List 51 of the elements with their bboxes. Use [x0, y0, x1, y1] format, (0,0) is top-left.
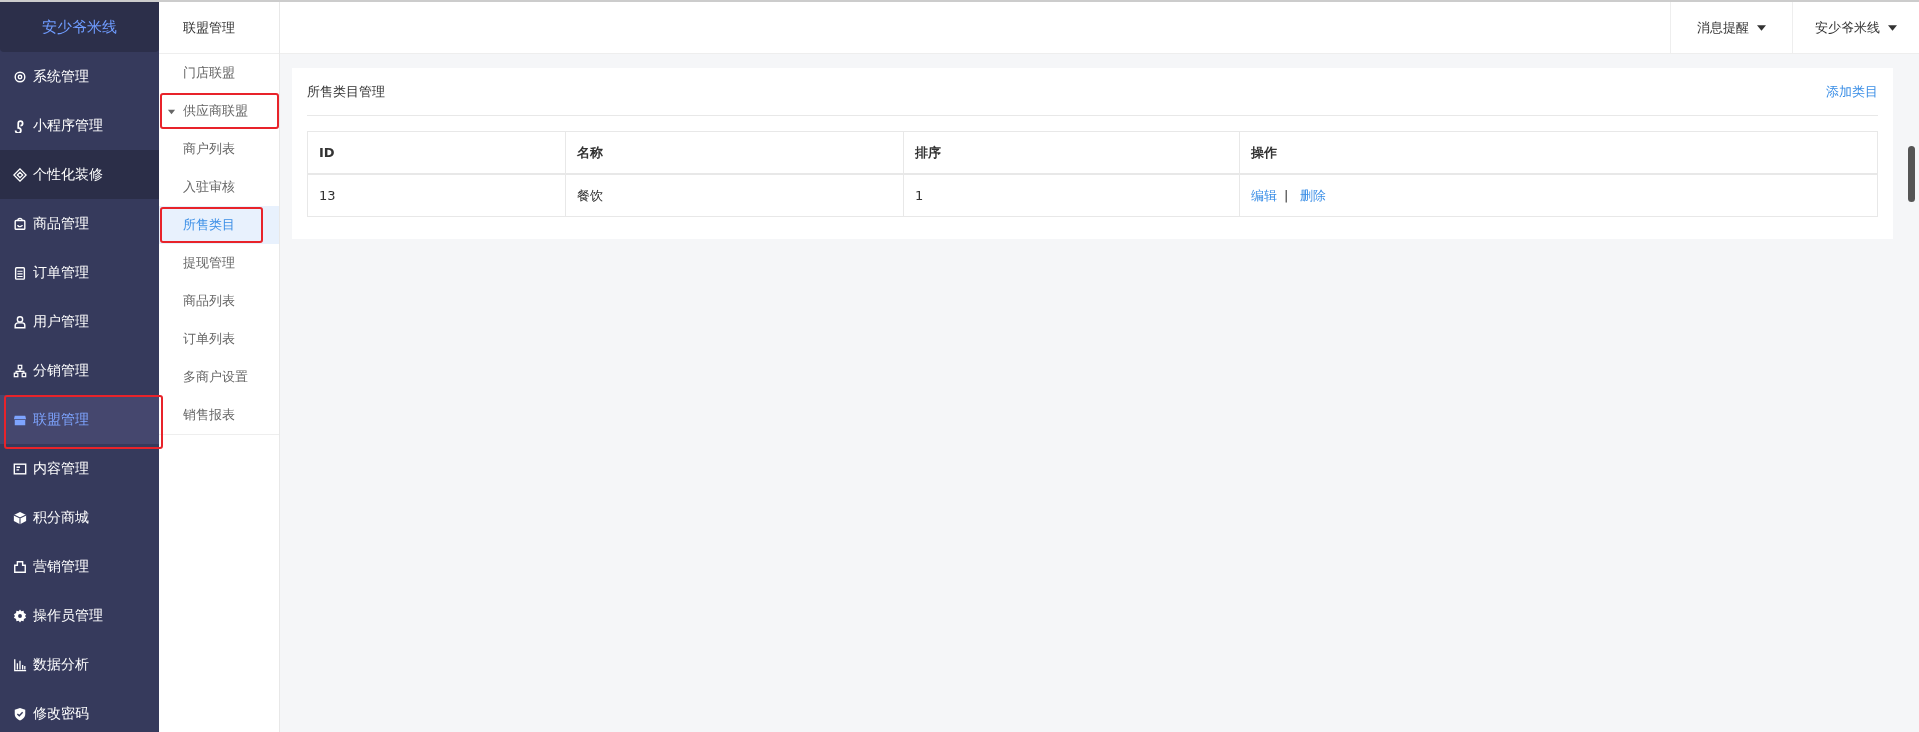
- menu-item-icon: [13, 608, 27, 623]
- caret-icon: [1888, 24, 1897, 31]
- subnav-item[interactable]: 商户列表: [159, 130, 279, 168]
- sidebar-item[interactable]: 内容管理: [0, 444, 159, 493]
- table-cell: 13: [307, 174, 566, 217]
- separator: |: [1284, 187, 1289, 203]
- subnav-item[interactable]: 销售报表: [159, 396, 279, 434]
- sidebar-item[interactable]: 修改密码: [0, 689, 159, 732]
- table-cell: 餐饮: [565, 174, 904, 217]
- sidebar-item[interactable]: 小程序管理: [0, 101, 159, 150]
- sidebar-item[interactable]: 系统管理: [0, 52, 159, 101]
- menu-item-icon: [13, 706, 27, 721]
- column-header: 排序: [903, 131, 1240, 174]
- column-header: 名称: [565, 131, 904, 174]
- sidebar-item[interactable]: 用户管理: [0, 297, 159, 346]
- menu-item-icon: [13, 559, 27, 574]
- sidebar-item[interactable]: 分销管理: [0, 346, 159, 395]
- column-header: ID: [307, 131, 566, 174]
- subnav-title: 联盟管理: [159, 2, 279, 54]
- menu-item-icon: [13, 216, 27, 231]
- subnav-item[interactable]: 供应商联盟: [159, 92, 279, 130]
- sidebar-item[interactable]: 订单管理: [0, 248, 159, 297]
- sidebar-item[interactable]: 积分商城: [0, 493, 159, 542]
- menu-item-icon: [13, 363, 27, 378]
- column-header: 操作: [1239, 131, 1878, 174]
- subnav-item[interactable]: 入驻审核: [159, 168, 279, 206]
- table-cell: 1: [903, 174, 1240, 217]
- sidebar-item[interactable]: 个性化装修: [0, 150, 159, 199]
- action-link[interactable]: 删除: [1299, 187, 1326, 203]
- subnav-item[interactable]: 多商户设置: [159, 358, 279, 396]
- sidebar-item[interactable]: 商品管理: [0, 199, 159, 248]
- menu-item-icon: [13, 510, 27, 525]
- sidebar-item[interactable]: 操作员管理: [0, 591, 159, 640]
- menu-item-icon: [13, 167, 27, 182]
- scrollbar-thumb[interactable]: [1908, 146, 1915, 202]
- menu-item-icon: [13, 461, 27, 476]
- menu-item-icon: [13, 69, 27, 84]
- menu-item-icon: [13, 657, 27, 672]
- subnav-item[interactable]: 提现管理: [159, 244, 279, 282]
- sidebar-item[interactable]: 营销管理: [0, 542, 159, 591]
- sidebar-item[interactable]: 数据分析: [0, 640, 159, 689]
- subnav-item[interactable]: 门店联盟: [159, 54, 279, 92]
- panel-title: 所售类目管理: [307, 82, 385, 101]
- add-category-link[interactable]: 添加类目: [1826, 82, 1878, 101]
- menu-item-icon: [13, 265, 27, 280]
- app-logo-title: 安少爷米线: [0, 2, 159, 52]
- subnav-item[interactable]: 订单列表: [159, 320, 279, 358]
- action-link[interactable]: 编辑: [1251, 187, 1277, 203]
- caret-icon: [1757, 24, 1766, 31]
- menu-item-icon: [13, 314, 27, 329]
- subnav-item[interactable]: 商品列表: [159, 282, 279, 320]
